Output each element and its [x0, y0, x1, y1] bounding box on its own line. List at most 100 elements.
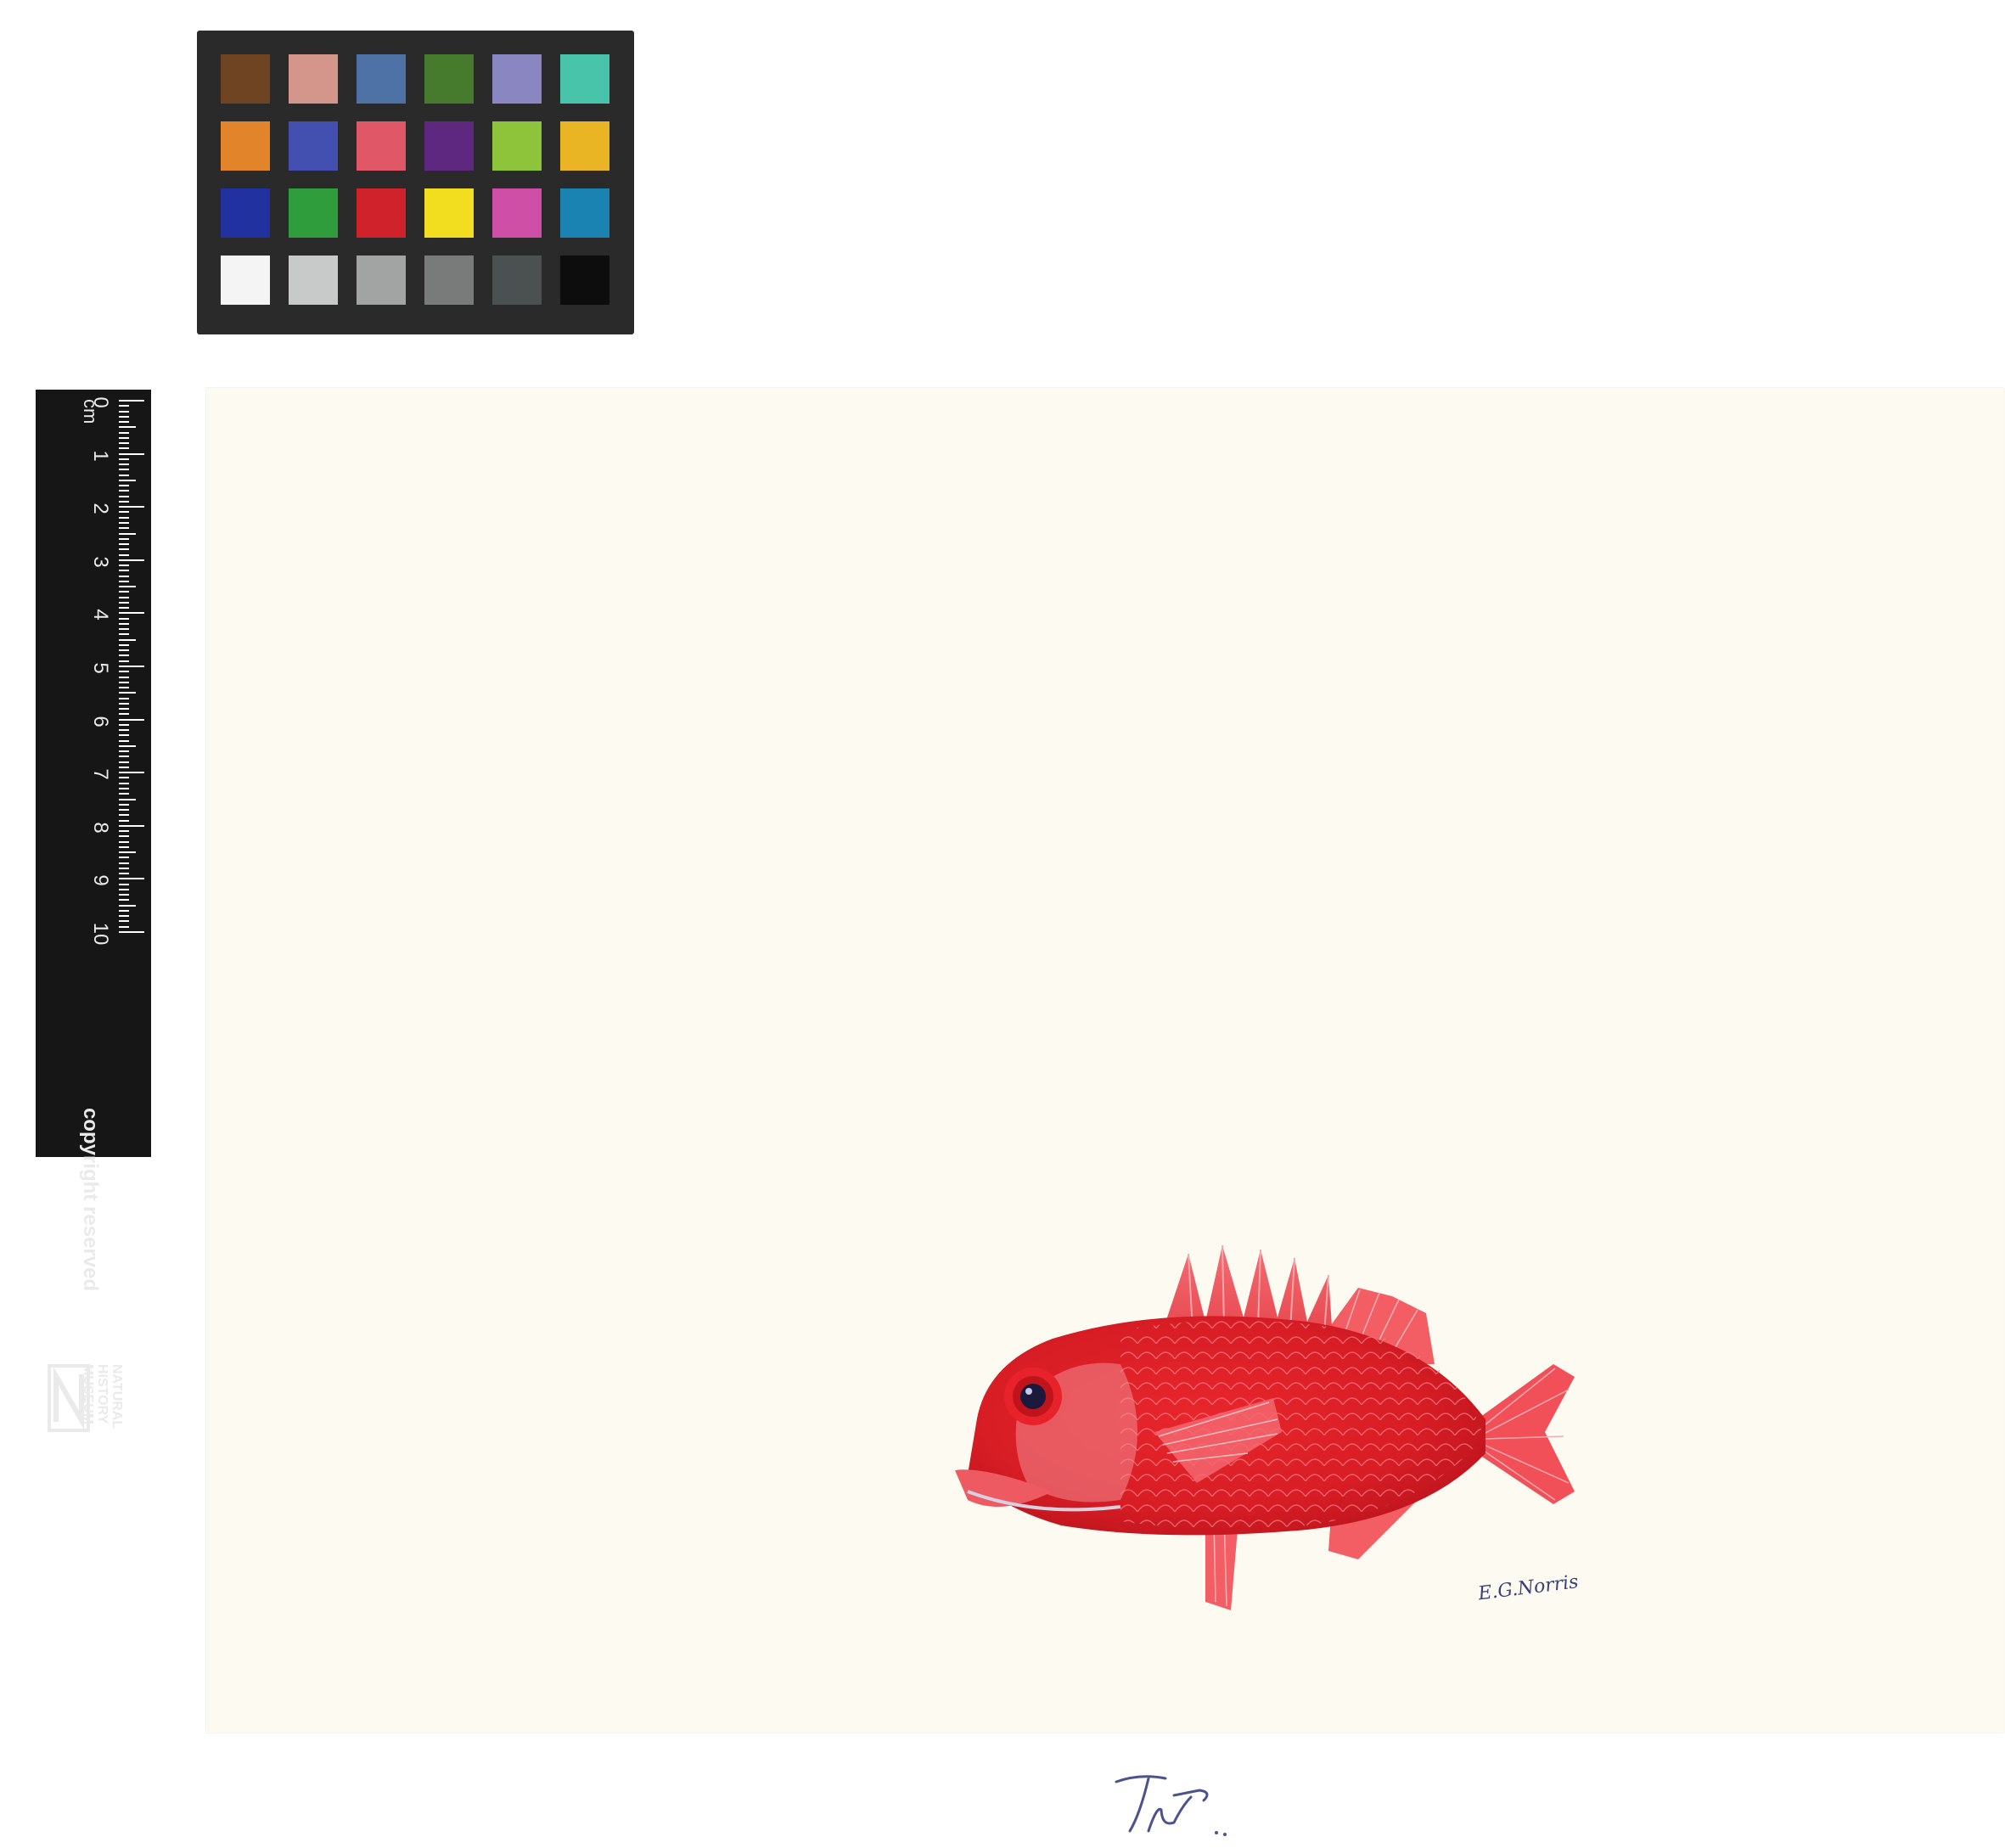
ruler-tick — [119, 601, 129, 604]
ruler-tick — [119, 553, 129, 556]
ruler-cm-number: 6 — [89, 715, 112, 727]
copyright-label: copyright reserved — [79, 1107, 102, 1292]
color-swatch — [221, 121, 270, 171]
ruler-tick — [119, 410, 129, 413]
ruler-tick — [119, 638, 136, 641]
ruler-tick — [119, 867, 129, 869]
ruler-tick — [119, 723, 129, 726]
ruler-tick — [119, 899, 129, 902]
ruler-tick — [119, 883, 129, 885]
ruler-tick — [119, 442, 129, 445]
ruler-cm-number: 4 — [89, 609, 112, 621]
ruler-tick — [119, 532, 136, 535]
ruler-tick — [119, 671, 129, 673]
ruler-tick — [119, 702, 129, 705]
ruler-tick — [119, 633, 129, 636]
ruler-tick — [119, 931, 144, 933]
color-swatch — [221, 54, 270, 104]
ruler-tick — [119, 421, 129, 424]
ruler-tick — [119, 782, 129, 784]
color-swatch — [289, 188, 338, 238]
ruler-tick — [119, 787, 129, 789]
ruler-tick — [119, 718, 144, 721]
ruler-tick — [119, 565, 129, 567]
ruler-tick — [119, 485, 129, 487]
color-swatch — [357, 256, 406, 305]
ruler-tick — [119, 405, 129, 407]
ruler-tick — [119, 878, 144, 880]
ruler-tick — [119, 925, 129, 928]
color-swatch — [289, 256, 338, 305]
ruler-tick — [119, 548, 129, 551]
ruler-tick — [119, 649, 129, 652]
museum-line-1: NATURAL — [110, 1364, 124, 1430]
ruler-tick — [119, 660, 129, 662]
ruler-tick — [119, 803, 129, 806]
ruler-tick — [119, 819, 129, 822]
ruler-tick — [119, 596, 129, 598]
ruler-tick — [119, 559, 144, 561]
ruler-cm-number: 8 — [89, 822, 112, 834]
color-swatch — [424, 188, 474, 238]
ruler-tick — [119, 793, 129, 795]
color-swatch — [357, 121, 406, 171]
ruler-tick — [119, 755, 129, 758]
ruler-tick — [119, 920, 129, 923]
ruler-tick — [119, 835, 129, 838]
museum-line-3: MUSEUM — [81, 1364, 95, 1425]
ruler-tick — [119, 617, 129, 620]
color-swatch — [560, 121, 609, 171]
ruler-tick — [119, 894, 129, 896]
color-swatch — [492, 54, 542, 104]
color-swatch — [357, 54, 406, 104]
ruler-tick — [119, 750, 129, 753]
ruler-tick — [119, 888, 129, 890]
color-swatch — [424, 54, 474, 104]
ruler-tick — [119, 681, 129, 683]
ruler-tick — [119, 915, 129, 918]
ruler-tick — [119, 857, 129, 859]
ruler-tick — [119, 500, 129, 503]
ruler-tick — [119, 862, 129, 864]
color-swatch — [424, 121, 474, 171]
ruler-cm-number: 5 — [89, 662, 112, 674]
ruler-tick — [119, 415, 129, 418]
ruler-tick — [119, 777, 129, 779]
ruler-tick — [119, 772, 144, 774]
ruler-unit-label: cm — [80, 399, 101, 424]
ruler-tick — [119, 586, 136, 588]
ruler-tick — [119, 766, 129, 768]
ruler-tick — [119, 904, 136, 907]
color-checker-card — [197, 31, 634, 334]
ruler-tick — [119, 654, 129, 657]
ruler-tick — [119, 452, 144, 455]
ruler-tick — [119, 612, 144, 615]
ruler-cm-number: 1 — [89, 449, 112, 462]
ruler-cm-number: 10 — [89, 922, 112, 946]
ruler-tick — [119, 713, 129, 716]
ruler-tick — [119, 591, 129, 593]
ruler-tick — [119, 431, 129, 434]
ruler-cm-number: 9 — [89, 874, 112, 887]
ruler-tick — [119, 814, 129, 817]
ruler-ticks — [119, 400, 144, 933]
ruler-tick — [119, 506, 144, 508]
color-swatch — [492, 188, 542, 238]
ruler-cm-number: 3 — [89, 556, 112, 568]
ruler-tick — [119, 708, 129, 711]
color-swatch — [289, 121, 338, 171]
scale-ruler: 0 1 2 3 4 5 6 7 8 9 10 cm copyright reserved NATUR… — [36, 390, 151, 1432]
ruler-tick — [119, 474, 129, 476]
ruler-tick — [119, 521, 129, 524]
color-swatch — [424, 256, 474, 305]
ruler-tick — [119, 479, 136, 481]
ruler-tick — [119, 516, 129, 519]
ruler-tick — [119, 845, 129, 848]
ruler-tick — [119, 543, 129, 546]
color-swatch — [560, 54, 609, 104]
ruler-tick — [119, 729, 129, 732]
ruler-tick — [119, 697, 129, 699]
ruler-tick — [119, 607, 129, 609]
ruler-tick — [119, 666, 144, 667]
ruler-tick — [119, 469, 129, 471]
